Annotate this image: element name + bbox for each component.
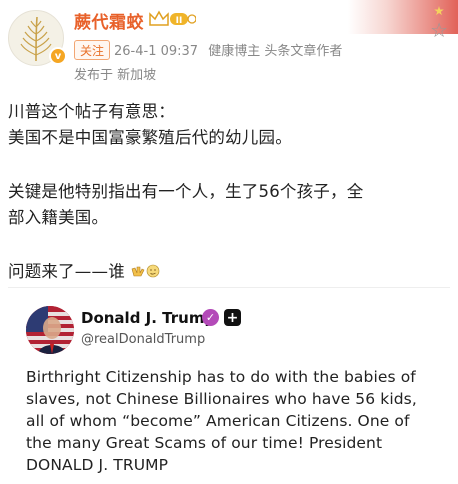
post-line: 问题来了——谁: [8, 262, 125, 281]
crown-icon: II: [149, 10, 196, 26]
tweet-line: the many Great Scams of our time! Presid…: [26, 434, 383, 452]
clapping-emoji-icon: [131, 266, 145, 277]
post-location: 发布于 新加坡: [74, 68, 157, 83]
user-tags: 健康博主 头条文章作者: [208, 44, 343, 59]
username[interactable]: 蕨代霜蛟: [74, 8, 144, 33]
plus-icon[interactable]: +: [224, 309, 241, 326]
tweet-line: DONALD J. TRUMP: [26, 456, 169, 474]
tweet-line: all of whom “become” American Citizens. …: [26, 412, 410, 430]
quoted-post-card[interactable]: Donald J. Trump ✓ + @realDonaldTrump Bir…: [8, 287, 450, 484]
favorite-star-icon[interactable]: ☆: [430, 18, 448, 42]
follow-button[interactable]: 关注: [74, 40, 110, 60]
verified-badge-icon: v: [49, 47, 67, 65]
post-meta: 26-4-1 09:37 健康博主 头条文章作者: [114, 40, 342, 59]
post-line: 部入籍美国。: [8, 208, 109, 227]
post-line-question: 问题来了——谁: [8, 258, 160, 282]
tweet-line: Birthright Citizenship has to do with th…: [26, 368, 416, 386]
level-badge: II: [176, 16, 183, 26]
flag-portrait-icon: [26, 306, 74, 354]
post-line: 关键是他特别指出有一个人，生了56个孩子，全: [8, 182, 364, 201]
post-line: 川普这个帖子有意思：: [8, 102, 175, 121]
timestamp: 26-4-1 09:37: [114, 44, 199, 59]
verified-check-icon: ✓: [202, 309, 219, 326]
post-line: 美国不是中国富豪繁殖后代的幼儿园。: [8, 128, 292, 147]
tweet-line: slaves, not Chinese Billionaires who hav…: [26, 390, 417, 408]
quoted-author-name[interactable]: Donald J. Trump: [81, 309, 215, 327]
quoted-author-handle[interactable]: @realDonaldTrump: [81, 332, 205, 347]
smug-face-emoji-icon: [147, 264, 160, 278]
trump-avatar[interactable]: [26, 306, 74, 354]
